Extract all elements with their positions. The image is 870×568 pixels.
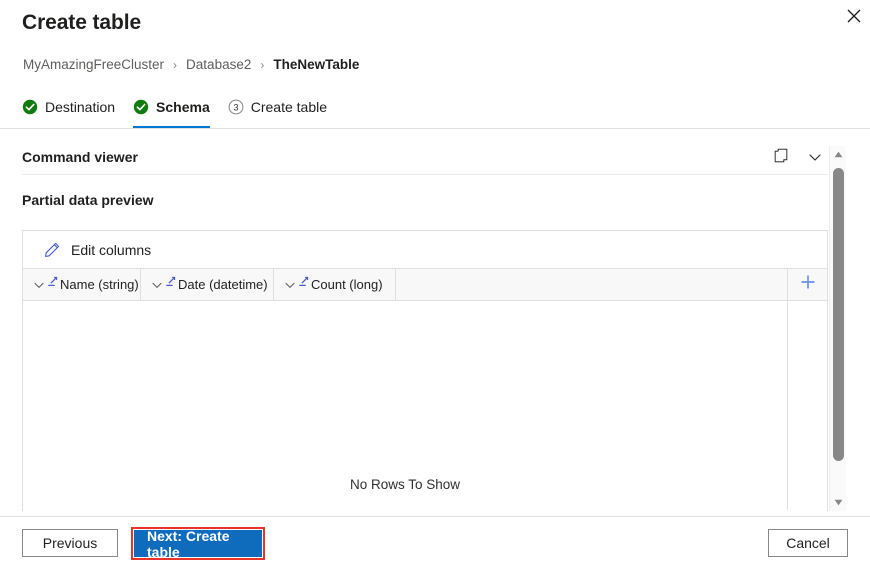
check-circle-icon xyxy=(133,99,149,115)
column-header-spacer xyxy=(396,269,788,300)
partial-data-preview-label: Partial data preview xyxy=(22,192,154,208)
tab-create-table-label: Create table xyxy=(250,99,328,115)
chevron-down-icon xyxy=(807,149,823,168)
tabs-divider xyxy=(0,128,870,129)
check-circle-icon xyxy=(22,99,38,115)
command-viewer-bar: Command viewer xyxy=(0,146,870,172)
no-rows-message: No Rows To Show xyxy=(349,477,461,492)
grid-column-headers: Name (string) Date (datetime) Count (lon… xyxy=(23,269,827,301)
expand-command-viewer-button[interactable] xyxy=(803,146,827,170)
chevron-down-icon[interactable] xyxy=(284,279,296,291)
grid-body-rows: No Rows To Show xyxy=(23,301,788,510)
close-icon xyxy=(847,9,861,23)
rename-column-icon[interactable] xyxy=(299,276,310,287)
page-title: Create table xyxy=(22,11,142,34)
column-header-date[interactable]: Date (datetime) xyxy=(141,269,274,300)
scroll-up-arrow-icon[interactable] xyxy=(830,146,846,163)
tab-destination[interactable]: Destination xyxy=(22,92,115,122)
step-number-icon: 3 xyxy=(228,99,244,115)
copy-command-button[interactable] xyxy=(770,146,794,170)
column-header-count-label: Count (long) xyxy=(311,277,383,292)
chevron-down-icon[interactable] xyxy=(151,279,163,291)
svg-text:3: 3 xyxy=(233,102,238,112)
add-column-button[interactable] xyxy=(788,269,827,300)
column-header-count[interactable]: Count (long) xyxy=(274,269,396,300)
pencil-icon xyxy=(43,241,61,259)
breadcrumb-separator: › xyxy=(260,57,265,72)
tab-schema-label: Schema xyxy=(156,99,210,115)
grid-toolbar: Edit columns xyxy=(23,231,827,269)
plus-icon xyxy=(799,273,817,296)
wizard-step-tabs: Destination Schema 3 Create table xyxy=(22,92,345,128)
edit-columns-label: Edit columns xyxy=(71,241,152,258)
breadcrumb-separator: › xyxy=(173,57,178,72)
breadcrumb-item-table: TheNewTable xyxy=(273,57,360,72)
panel-scrollbar[interactable] xyxy=(829,146,846,511)
copy-icon xyxy=(774,148,791,168)
next-button-highlight: Next: Create table xyxy=(131,527,265,560)
close-dialog-button[interactable] xyxy=(838,0,870,32)
scrollbar-thumb[interactable] xyxy=(833,168,844,461)
chevron-down-icon[interactable] xyxy=(33,279,45,291)
column-header-name-label: Name (string) xyxy=(60,277,139,292)
command-viewer-label: Command viewer xyxy=(22,149,138,165)
previous-button[interactable]: Previous xyxy=(22,529,118,557)
command-viewer-divider xyxy=(22,174,828,175)
footer-divider xyxy=(0,516,870,517)
breadcrumb: MyAmazingFreeCluster › Database2 › TheNe… xyxy=(23,57,359,72)
scroll-down-arrow-icon[interactable] xyxy=(830,494,846,511)
tab-schema[interactable]: Schema xyxy=(133,92,210,128)
next-create-table-button[interactable]: Next: Create table xyxy=(134,528,262,560)
tab-create-table[interactable]: 3 Create table xyxy=(228,92,327,122)
grid-body-rail xyxy=(788,301,827,510)
breadcrumb-item-database[interactable]: Database2 xyxy=(186,57,251,72)
rename-column-icon[interactable] xyxy=(48,276,59,287)
column-header-date-label: Date (datetime) xyxy=(178,277,268,292)
column-header-name[interactable]: Name (string) xyxy=(23,269,141,300)
data-preview-grid: Edit columns Name (string) Date (datetim… xyxy=(22,230,828,511)
grid-body: No Rows To Show xyxy=(23,301,827,510)
edit-columns-button[interactable]: Edit columns xyxy=(39,239,155,261)
cancel-button[interactable]: Cancel xyxy=(768,529,848,557)
breadcrumb-item-cluster[interactable]: MyAmazingFreeCluster xyxy=(23,57,164,72)
tab-destination-label: Destination xyxy=(45,99,116,115)
rename-column-icon[interactable] xyxy=(166,276,177,287)
